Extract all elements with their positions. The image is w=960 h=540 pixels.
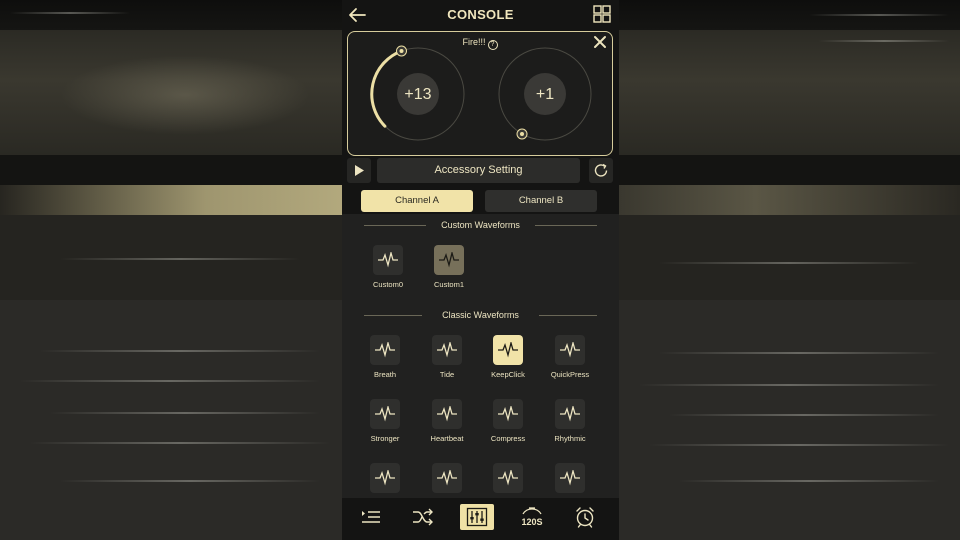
nav-list[interactable] xyxy=(354,504,388,530)
waveform-stronger[interactable]: Stronger xyxy=(353,399,417,443)
phone-screen: CONSOLE Fire!!!? +13 +1 Accessory Settin… xyxy=(342,0,619,540)
timer-icon: 120S xyxy=(521,507,543,527)
waveform-row3-2[interactable] xyxy=(415,463,479,493)
fire-panel: Fire!!!? +13 +1 xyxy=(347,31,613,156)
waveform-icon-box xyxy=(555,463,585,493)
waveform-label: Custom1 xyxy=(433,280,464,289)
play-icon xyxy=(355,165,364,176)
list-icon xyxy=(362,511,380,523)
nav-timer-120s[interactable]: 120S xyxy=(515,504,549,530)
waveform-keepclick[interactable]: KeepClick xyxy=(476,335,540,379)
waveform-panel[interactable]: Custom Waveforms Custom0 Custom1 Classic… xyxy=(342,214,619,499)
page-title: CONSOLE xyxy=(447,7,514,22)
nav-shuffle[interactable] xyxy=(406,504,440,530)
waveform-row3-3[interactable] xyxy=(476,463,540,493)
blurred-background-right xyxy=(619,0,960,540)
waveform-label: Stronger xyxy=(370,434,400,443)
timer-label: 120S xyxy=(521,517,542,527)
waveform-label: QuickPress xyxy=(550,370,590,379)
channel-a-value: +13 xyxy=(404,86,432,103)
channel-a-dial[interactable]: +13 xyxy=(368,44,468,144)
accessory-setting-button[interactable]: Accessory Setting xyxy=(377,158,580,183)
waveform-heartbeat[interactable]: Heartbeat xyxy=(415,399,479,443)
waveform-icon xyxy=(375,406,395,422)
play-button[interactable] xyxy=(347,158,371,183)
equalizer-icon xyxy=(466,507,488,527)
waveform-icon-box xyxy=(555,335,585,365)
bottom-nav: 120S xyxy=(342,498,619,540)
waveform-icon-box xyxy=(432,463,462,493)
waveform-icon xyxy=(437,342,457,358)
refresh-icon xyxy=(594,163,608,177)
accessory-row: Accessory Setting xyxy=(347,158,613,183)
waveform-icon xyxy=(498,342,518,358)
waveform-row3-4[interactable] xyxy=(538,463,602,493)
grid-icon[interactable] xyxy=(593,5,611,23)
waveform-icon-box xyxy=(493,335,523,365)
nav-alarm[interactable] xyxy=(568,504,602,530)
waveform-icon xyxy=(437,406,457,422)
blurred-background-left xyxy=(0,0,342,540)
waveform-icon xyxy=(439,252,459,268)
waveform-icon-box xyxy=(493,463,523,493)
shuffle-icon xyxy=(413,508,433,526)
waveform-icon xyxy=(498,470,518,486)
channel-b-dial[interactable]: +1 xyxy=(495,44,595,144)
waveform-icon-box xyxy=(370,399,400,429)
waveform-icon-box xyxy=(493,399,523,429)
waveform-icon-box xyxy=(370,463,400,493)
waveform-icon xyxy=(378,252,398,268)
classic-waveforms-header: Classic Waveforms xyxy=(342,310,619,320)
waveform-icon-box xyxy=(432,399,462,429)
channel-tabs: Channel A Channel B xyxy=(361,190,597,212)
waveform-quickpress[interactable]: QuickPress xyxy=(538,335,602,379)
waveform-icon xyxy=(560,406,580,422)
waveform-icon-box xyxy=(373,245,403,275)
waveform-icon xyxy=(437,470,457,486)
waveform-custom1[interactable]: Custom1 xyxy=(417,245,481,289)
alarm-clock-icon xyxy=(576,507,594,528)
nav-console[interactable] xyxy=(460,504,494,530)
waveform-tide[interactable]: Tide xyxy=(415,335,479,379)
classic-waveforms-title: Classic Waveforms xyxy=(442,310,519,320)
waveform-label: Custom0 xyxy=(372,280,403,289)
close-icon[interactable] xyxy=(593,35,607,49)
waveform-label: KeepClick xyxy=(491,370,525,379)
waveform-icon xyxy=(375,342,395,358)
waveform-icon xyxy=(498,406,518,422)
waveform-icon-box xyxy=(555,399,585,429)
waveform-icon-box xyxy=(432,335,462,365)
waveform-row3-1[interactable] xyxy=(353,463,417,493)
waveform-label: Heartbeat xyxy=(430,434,464,443)
waveform-label: Tide xyxy=(439,370,455,379)
waveform-icon xyxy=(560,342,580,358)
top-bar: CONSOLE xyxy=(342,0,619,30)
waveform-icon-box xyxy=(370,335,400,365)
waveform-icon-box xyxy=(434,245,464,275)
stage: CONSOLE Fire!!!? +13 +1 Accessory Settin… xyxy=(0,0,960,540)
waveform-label: Rhythmic xyxy=(554,434,586,443)
waveform-label: Breath xyxy=(373,370,397,379)
tab-channel-a[interactable]: Channel A xyxy=(361,190,473,212)
channel-b-value: +1 xyxy=(535,86,555,103)
waveform-icon xyxy=(375,470,395,486)
refresh-button[interactable] xyxy=(589,158,613,183)
waveform-custom0[interactable]: Custom0 xyxy=(356,245,420,289)
tab-channel-b[interactable]: Channel B xyxy=(485,190,597,212)
waveform-rhythmic[interactable]: Rhythmic xyxy=(538,399,602,443)
waveform-breath[interactable]: Breath xyxy=(353,335,417,379)
custom-waveforms-title: Custom Waveforms xyxy=(441,220,520,230)
waveform-label: Compress xyxy=(490,434,526,443)
waveform-compress[interactable]: Compress xyxy=(476,399,540,443)
custom-waveforms-header: Custom Waveforms xyxy=(342,220,619,230)
waveform-icon xyxy=(560,470,580,486)
